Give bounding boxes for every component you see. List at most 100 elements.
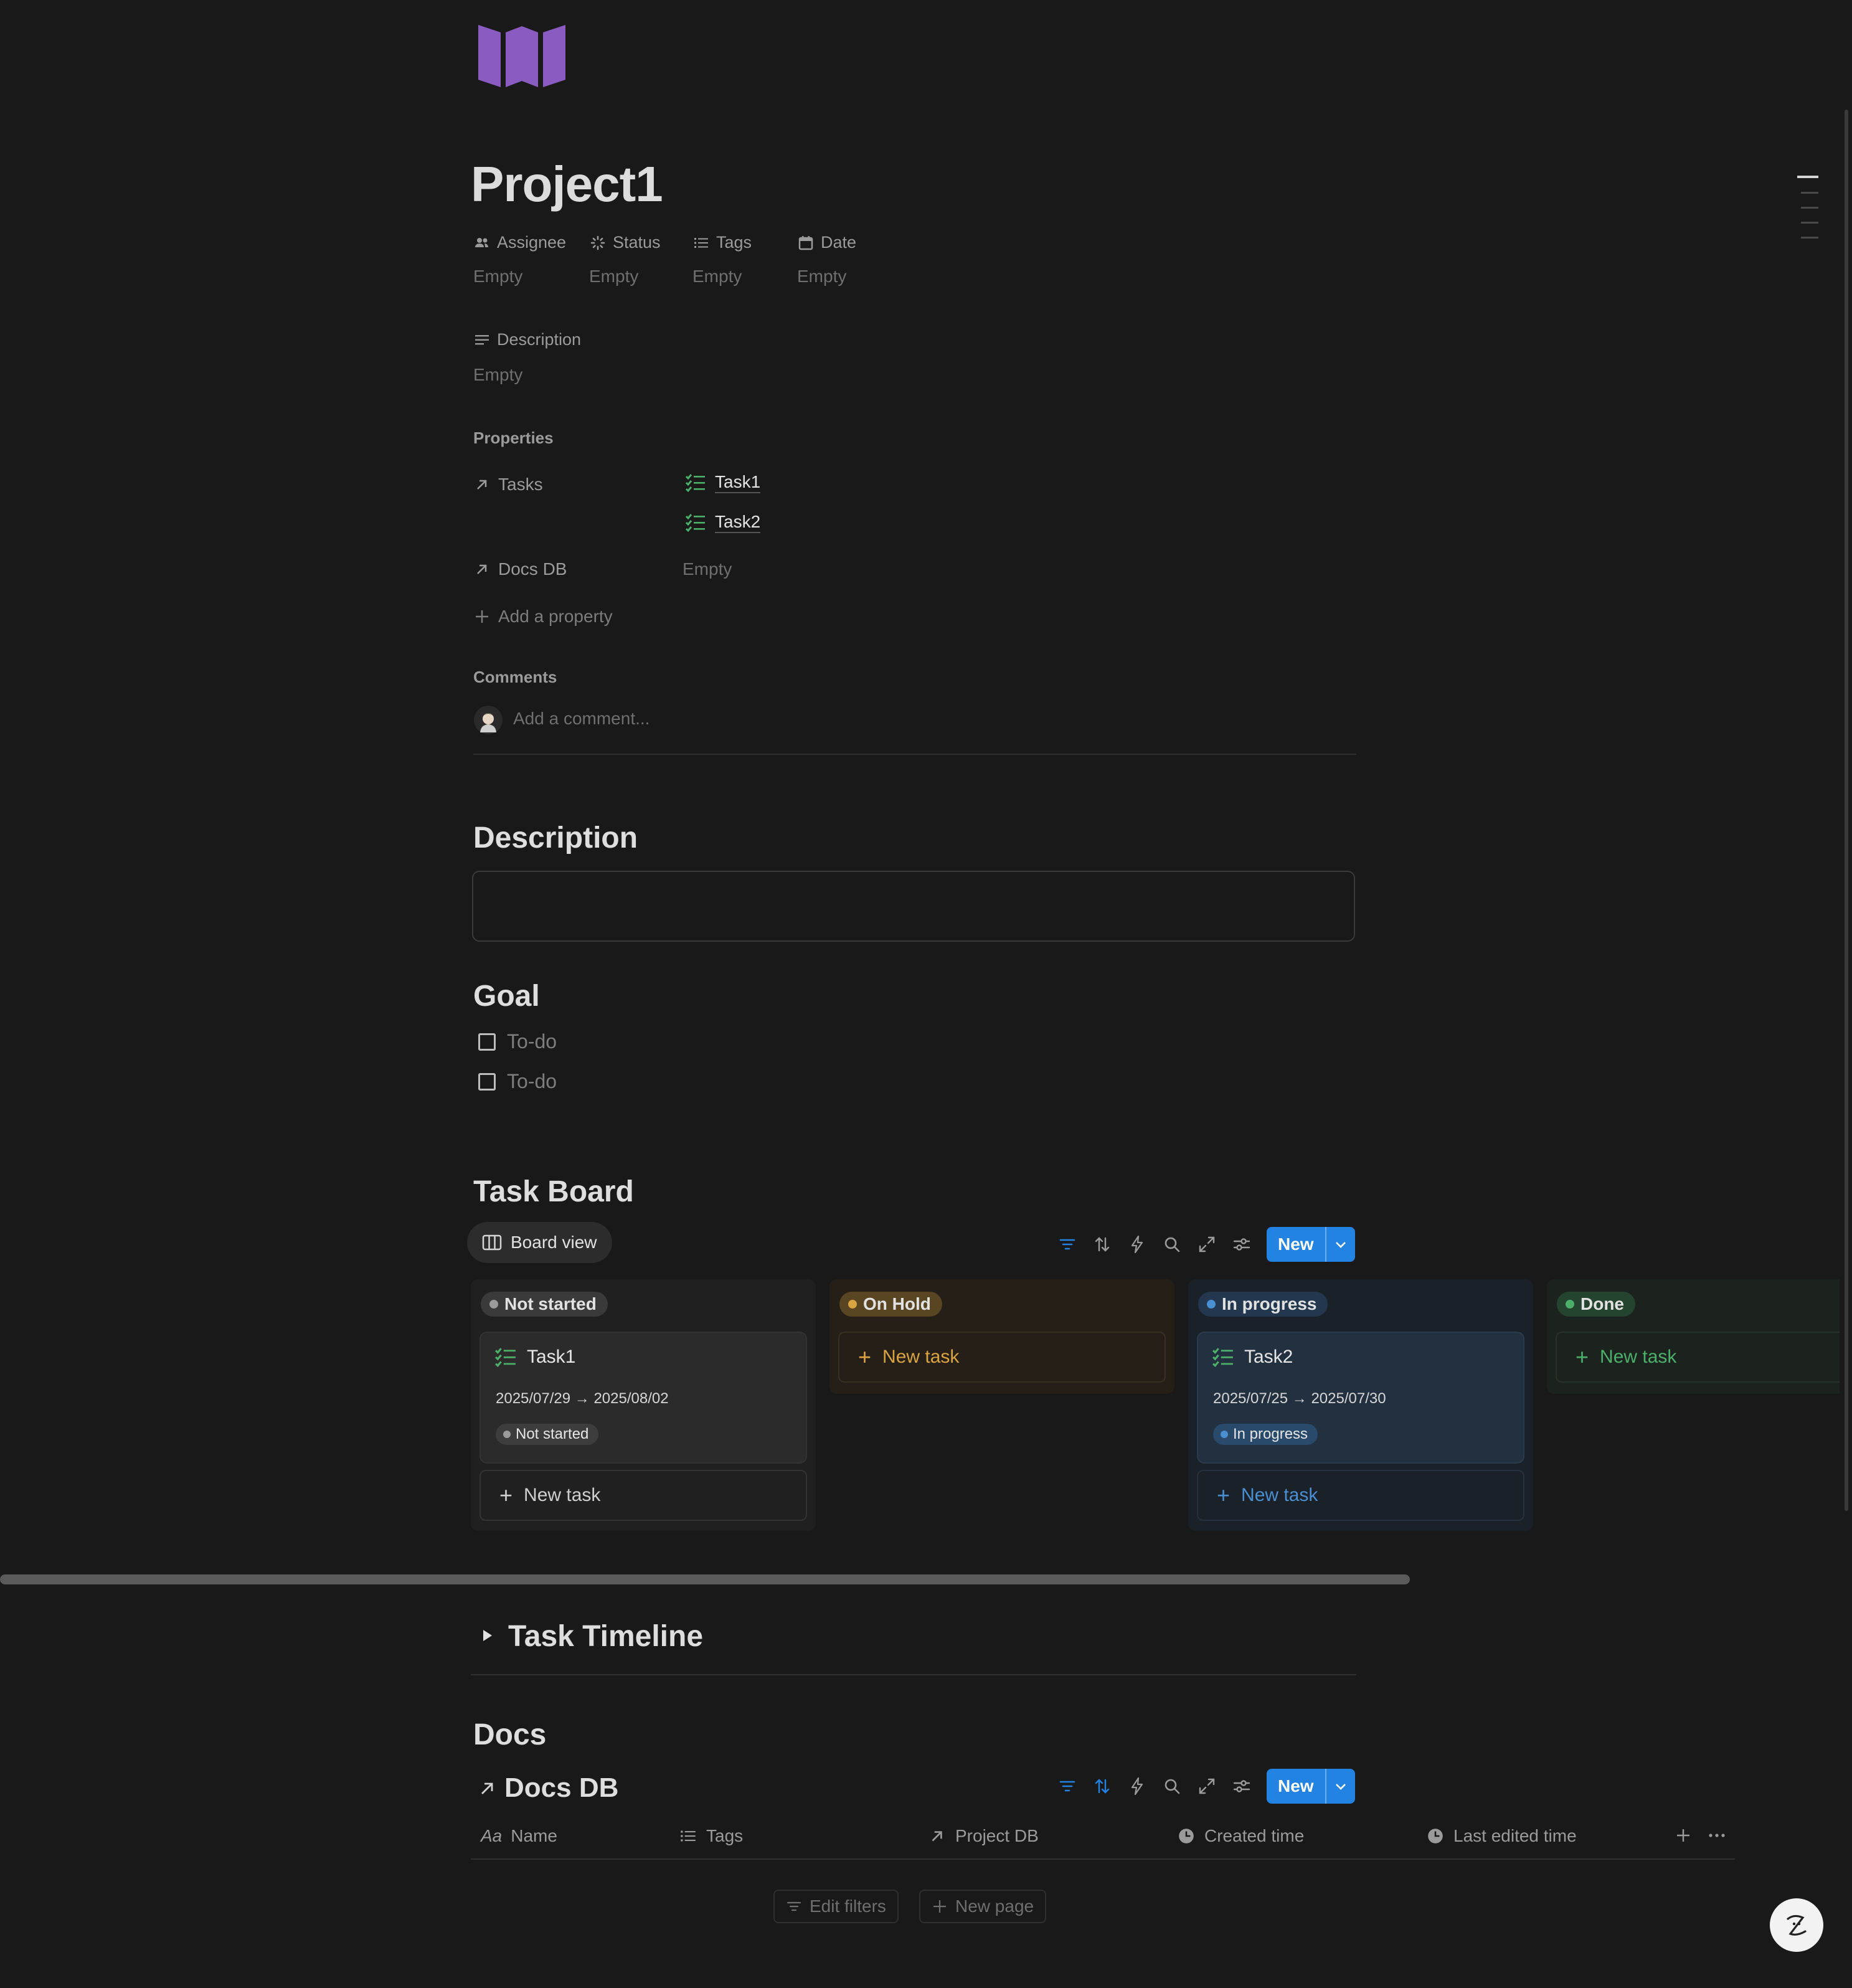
settings-sliders-icon[interactable] xyxy=(1232,1776,1252,1796)
column-header-name[interactable]: Aa Name xyxy=(481,1826,557,1846)
expand-icon[interactable] xyxy=(1197,1234,1217,1254)
todo-item-2[interactable]: To-do xyxy=(478,1070,557,1093)
new-task-button[interactable]: + New task xyxy=(1197,1470,1524,1521)
edit-filters-button[interactable]: Edit filters xyxy=(773,1890,899,1923)
new-task-button[interactable]: + New task xyxy=(838,1332,1166,1383)
property-assignee-value[interactable]: Empty xyxy=(473,267,522,286)
column-header-created-time[interactable]: Created time xyxy=(1177,1826,1304,1846)
docs-db-title-text: Docs DB xyxy=(504,1773,619,1803)
column-header-pill[interactable]: Not started xyxy=(481,1292,608,1317)
todo-item-2-text[interactable]: To-do xyxy=(507,1070,557,1093)
divider xyxy=(473,754,1356,755)
ai-assistant-icon[interactable] xyxy=(1770,1898,1823,1952)
filter-icon[interactable] xyxy=(1057,1776,1077,1796)
status-badge: Not started xyxy=(496,1424,599,1445)
add-column-icon[interactable] xyxy=(1675,1827,1691,1844)
checkbox[interactable] xyxy=(478,1072,496,1091)
more-options-icon[interactable] xyxy=(1708,1829,1726,1842)
docs-heading: Docs xyxy=(473,1718,547,1751)
search-icon[interactable] xyxy=(1162,1234,1182,1254)
board-view-label: Board view xyxy=(511,1233,597,1252)
list-icon xyxy=(692,234,710,252)
vertical-scrollbar[interactable] xyxy=(1845,110,1848,1511)
property-description-value[interactable]: Empty xyxy=(473,365,522,385)
people-icon xyxy=(473,234,491,252)
property-docs-db[interactable]: Docs DB xyxy=(473,559,567,579)
comment-input[interactable]: Add a comment... xyxy=(513,709,650,729)
property-tags-value[interactable]: Empty xyxy=(692,267,742,286)
lightning-icon[interactable] xyxy=(1127,1234,1147,1254)
card-dates: 2025/07/29 → 2025/08/02 xyxy=(496,1390,669,1407)
add-property-button[interactable]: Add a property xyxy=(473,607,613,627)
docs-new-label[interactable]: New xyxy=(1267,1769,1325,1804)
todo-item-1-text[interactable]: To-do xyxy=(507,1030,557,1053)
property-docs-db-value[interactable]: Empty xyxy=(683,559,732,579)
chevron-down-icon[interactable] xyxy=(1325,1227,1355,1262)
property-tasks[interactable]: Tasks xyxy=(473,475,543,495)
new-page-button[interactable]: New page xyxy=(919,1890,1047,1923)
property-status[interactable]: Status xyxy=(589,233,661,252)
checkbox[interactable] xyxy=(478,1033,496,1051)
new-task-button[interactable]: + New task xyxy=(480,1470,807,1521)
column-name: On Hold xyxy=(863,1294,931,1314)
book-open-icon[interactable] xyxy=(476,22,568,87)
avatar xyxy=(473,705,503,735)
checklist-icon xyxy=(685,473,706,492)
search-icon[interactable] xyxy=(1162,1776,1182,1796)
board-column-done-clip: Done + New task xyxy=(1547,1279,1840,1394)
status-dot xyxy=(1566,1300,1574,1309)
task-link-2[interactable]: Task2 xyxy=(685,512,761,533)
board-column-on-hold: On Hold + New task xyxy=(829,1279,1174,1394)
list-icon xyxy=(679,1827,697,1845)
status-dot xyxy=(489,1300,498,1309)
board-new-label[interactable]: New xyxy=(1267,1227,1325,1262)
sort-icon[interactable] xyxy=(1092,1234,1112,1254)
description-callout[interactable] xyxy=(472,871,1355,942)
toggle-triangle-icon[interactable] xyxy=(480,1628,494,1643)
lightning-icon[interactable] xyxy=(1127,1776,1147,1796)
column-header-pill[interactable]: On Hold xyxy=(839,1292,942,1317)
docs-db-title[interactable]: Docs DB xyxy=(478,1773,618,1804)
docs-new-button[interactable]: New xyxy=(1267,1769,1355,1804)
status-badge-text: In progress xyxy=(1233,1426,1308,1442)
card-title-text: Task1 xyxy=(527,1347,576,1367)
column-header-project-db[interactable]: Project DB xyxy=(928,1826,1039,1846)
task-board-heading: Task Board xyxy=(473,1175,634,1208)
expand-icon[interactable] xyxy=(1197,1776,1217,1796)
page-outline[interactable] xyxy=(1797,174,1818,249)
filter-icon[interactable] xyxy=(1057,1234,1077,1254)
column-header-last-edited-time-label: Last edited time xyxy=(1453,1826,1577,1845)
task-link-1[interactable]: Task1 xyxy=(685,472,761,493)
arrow-up-right-icon xyxy=(473,476,491,493)
property-tags-label: Tags xyxy=(716,233,752,252)
settings-sliders-icon[interactable] xyxy=(1232,1234,1252,1254)
board-column-not-started: Not started Task1 2025/07/29 → 2025/08/0… xyxy=(471,1279,816,1531)
new-task-button[interactable]: + New task xyxy=(1556,1332,1840,1383)
text-lines-icon xyxy=(473,331,491,349)
property-status-label: Status xyxy=(613,233,661,252)
property-date-label: Date xyxy=(821,233,857,252)
board-view-tab[interactable]: Board view xyxy=(467,1222,612,1263)
plus-icon xyxy=(932,1898,948,1915)
new-task-label: New task xyxy=(1600,1347,1677,1367)
plus-icon: + xyxy=(1576,1344,1589,1370)
board-card-task2[interactable]: Task2 2025/07/25 → 2025/07/30 In progres… xyxy=(1197,1332,1524,1464)
property-tags[interactable]: Tags xyxy=(692,233,752,252)
board-new-button[interactable]: New xyxy=(1267,1227,1355,1262)
sort-icon[interactable] xyxy=(1092,1776,1112,1796)
horizontal-scrollbar[interactable] xyxy=(0,1574,1410,1584)
property-assignee[interactable]: Assignee xyxy=(473,233,566,252)
property-description[interactable]: Description xyxy=(473,330,581,349)
column-header-tags[interactable]: Tags xyxy=(679,1826,743,1846)
column-header-pill[interactable]: In progress xyxy=(1198,1292,1328,1317)
page-title[interactable]: Project1 xyxy=(471,156,663,213)
board-card-task1[interactable]: Task1 2025/07/29 → 2025/08/02 Not starte… xyxy=(480,1332,807,1464)
property-date-value[interactable]: Empty xyxy=(797,267,846,286)
column-header-pill[interactable]: Done xyxy=(1557,1292,1635,1317)
property-date[interactable]: Date xyxy=(797,233,856,252)
task-timeline-heading[interactable]: Task Timeline xyxy=(508,1619,703,1654)
column-header-last-edited-time[interactable]: Last edited time xyxy=(1426,1826,1577,1846)
property-status-value[interactable]: Empty xyxy=(589,267,638,286)
todo-item-1[interactable]: To-do xyxy=(478,1030,557,1053)
chevron-down-icon[interactable] xyxy=(1325,1769,1355,1804)
